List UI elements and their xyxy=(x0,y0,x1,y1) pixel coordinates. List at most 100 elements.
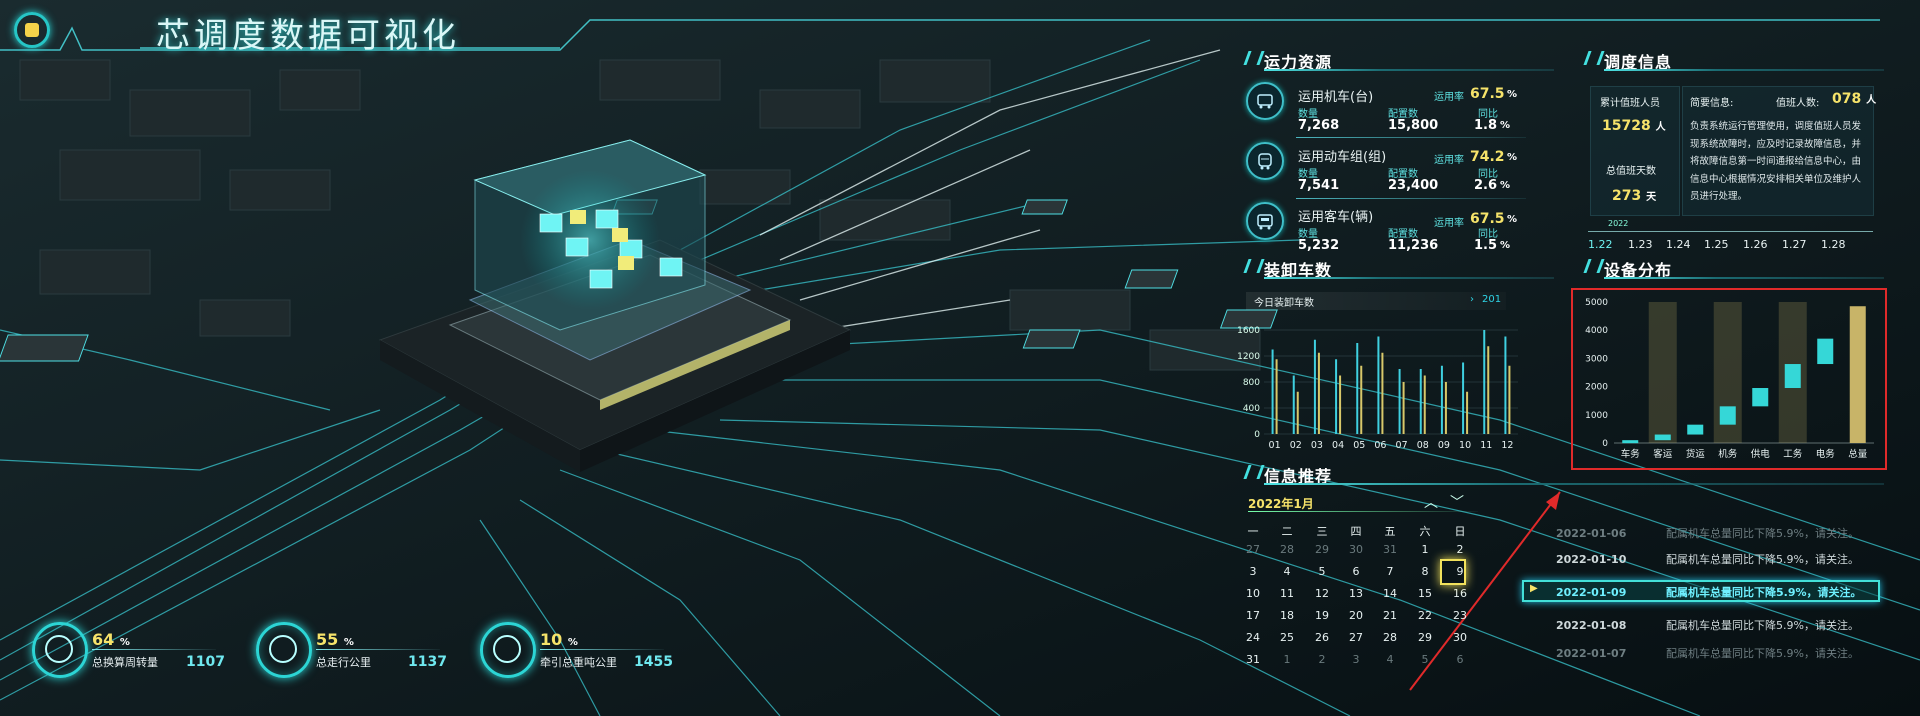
x-tick-label: 04 xyxy=(1332,440,1344,451)
calendar-day[interactable]: 28 xyxy=(1277,543,1297,556)
timeline-date[interactable]: 1.24 xyxy=(1666,238,1691,251)
x-tick-label: 10 xyxy=(1459,440,1471,451)
duty-count-value: 078 人 xyxy=(1832,91,1877,107)
info-item[interactable]: 2022-01-06 配属机车总量同比下降5.9%，请关注。 xyxy=(1556,525,1859,541)
bar xyxy=(1271,349,1274,434)
calendar-next-icon[interactable]: ﹀ xyxy=(1450,492,1464,512)
calendar-day[interactable]: 30 xyxy=(1450,631,1470,644)
y-tick-label: 0 xyxy=(1254,430,1260,440)
calendar-day[interactable]: 18 xyxy=(1277,609,1297,622)
calendar-day[interactable]: 1 xyxy=(1415,543,1435,556)
calendar-day[interactable]: 4 xyxy=(1380,653,1400,666)
calendar-day[interactable]: 2 xyxy=(1312,653,1332,666)
calendar-day[interactable]: 31 xyxy=(1243,653,1263,666)
calendar-day[interactable]: 10 xyxy=(1243,587,1263,600)
calendar-day[interactable]: 6 xyxy=(1450,653,1470,666)
kpi-divider xyxy=(540,649,664,650)
timeline-date[interactable]: 1.27 xyxy=(1782,238,1807,251)
yoy-unit: % xyxy=(1500,240,1511,251)
calendar-day[interactable]: 21 xyxy=(1380,609,1400,622)
calendar-day[interactable]: 3 xyxy=(1346,653,1366,666)
calendar-day[interactable]: 31 xyxy=(1380,543,1400,556)
calendar-day[interactable]: 5 xyxy=(1312,565,1332,578)
bar xyxy=(1444,382,1447,434)
calendar-day[interactable]: 11 xyxy=(1277,587,1297,600)
timeline-date[interactable]: 1.26 xyxy=(1743,238,1768,251)
calendar-day[interactable]: 27 xyxy=(1346,631,1366,644)
calendar-day[interactable]: 7 xyxy=(1380,565,1400,578)
rate-unit: % xyxy=(1507,152,1518,163)
calendar-day[interactable]: 1 xyxy=(1277,653,1297,666)
rate-label: 运用率 xyxy=(1434,155,1464,166)
bar xyxy=(1292,375,1295,434)
calendar-day[interactable]: 28 xyxy=(1380,631,1400,644)
calendar-day[interactable]: 27 xyxy=(1243,543,1263,556)
y-tick-label: 800 xyxy=(1243,378,1260,388)
traction-gauge-icon xyxy=(480,622,536,678)
timeline-date[interactable]: 1.23 xyxy=(1628,238,1653,251)
calendar-day[interactable]: 25 xyxy=(1277,631,1297,644)
divider xyxy=(1296,137,1526,138)
timeline-date[interactable]: 1.28 xyxy=(1821,238,1846,251)
cfg-value: 11,236 xyxy=(1388,238,1439,253)
coach-car-icon xyxy=(1246,202,1284,240)
calendar-day[interactable]: 8 xyxy=(1415,565,1435,578)
brief-text: 负责系统运行管理使用，调度值班人员发现系统故障时，应及时记录故障信息，并将故障信… xyxy=(1690,121,1862,202)
calendar-day[interactable]: 15 xyxy=(1415,587,1435,600)
bar xyxy=(1504,336,1507,434)
calendar-day[interactable]: 24 xyxy=(1243,631,1263,644)
info-item[interactable]: 2022-01-07 配属机车总量同比下降5.9%，请关注。 xyxy=(1556,645,1859,661)
yoy-value: 2.6 xyxy=(1474,178,1498,193)
calendar-day[interactable]: 22 xyxy=(1415,609,1435,622)
calendar-day[interactable]: 19 xyxy=(1312,609,1332,622)
calendar-day[interactable]: 23 xyxy=(1450,609,1470,622)
calendar-day[interactable]: 29 xyxy=(1312,543,1332,556)
calendar-day[interactable]: 2 xyxy=(1450,543,1470,556)
loading-bar-chart: 1600 1200 800 400 0 01 02 03 04 05 06 07 08 09 10 11 12 xyxy=(1237,326,1518,451)
calendar-month: 2022年1月 xyxy=(1248,497,1314,511)
bar xyxy=(1313,339,1316,434)
cumulative-duty-value: 15728 人 xyxy=(1602,118,1666,134)
calendar-day[interactable]: 14 xyxy=(1380,587,1400,600)
calendar-day[interactable]: 17 xyxy=(1243,609,1263,622)
x-tick-label: 06 xyxy=(1374,440,1386,451)
bar xyxy=(1483,330,1486,434)
calendar-day[interactable]: 20 xyxy=(1346,609,1366,622)
kpi-divider xyxy=(92,649,216,650)
bar xyxy=(1466,391,1469,434)
info-item-active[interactable]: 2022-01-09 配属机车总量同比下降5.9%，请关注。 xyxy=(1556,584,1862,600)
calendar-day[interactable]: 13 xyxy=(1346,587,1366,600)
calendar-day[interactable]: 5 xyxy=(1415,653,1435,666)
bar xyxy=(1419,369,1422,434)
timeline-year: 2022 xyxy=(1608,219,1629,228)
info-item[interactable]: 2022-01-10 配属机车总量同比下降5.9%，请关注。 xyxy=(1556,551,1859,567)
yoy-unit: % xyxy=(1500,180,1511,191)
x-tick-label: 07 xyxy=(1396,440,1408,451)
bar xyxy=(1423,375,1426,434)
calendar-day[interactable]: 3 xyxy=(1243,565,1263,578)
bar xyxy=(1462,362,1465,434)
calendar-day[interactable]: 26 xyxy=(1312,631,1332,644)
calendar-day[interactable]: 12 xyxy=(1312,587,1332,600)
calendar-day[interactable]: 6 xyxy=(1346,565,1366,578)
yoy-unit: % xyxy=(1500,120,1511,131)
app-logo-icon xyxy=(14,12,50,48)
calendar-day[interactable]: 30 xyxy=(1346,543,1366,556)
calendar-day[interactable]: 4 xyxy=(1277,565,1297,578)
calendar-day[interactable]: 29 xyxy=(1415,631,1435,644)
bar xyxy=(1381,352,1384,434)
bar xyxy=(1275,359,1278,434)
dispatch-panel-title: 调度信息 xyxy=(1583,49,1884,73)
duty-count-label: 值班人数: xyxy=(1776,98,1820,109)
info-item[interactable]: 2022-01-08 配属机车总量同比下降5.9%，请关注。 xyxy=(1556,617,1859,633)
calendar-prev-icon[interactable]: ︿ xyxy=(1424,492,1438,512)
item-name: 运用客车(辆) xyxy=(1298,210,1374,225)
bar xyxy=(1339,375,1342,434)
kpi-percent: 64 % xyxy=(92,630,130,649)
play-marker-icon: ▶ xyxy=(1530,583,1538,594)
x-tick-label: 05 xyxy=(1353,440,1365,451)
timeline-date[interactable]: 1.25 xyxy=(1704,238,1729,251)
calendar-day[interactable]: 16 xyxy=(1450,587,1470,600)
timeline-date[interactable]: 1.22 xyxy=(1588,238,1613,251)
rate-value: 67.5 xyxy=(1470,86,1505,102)
